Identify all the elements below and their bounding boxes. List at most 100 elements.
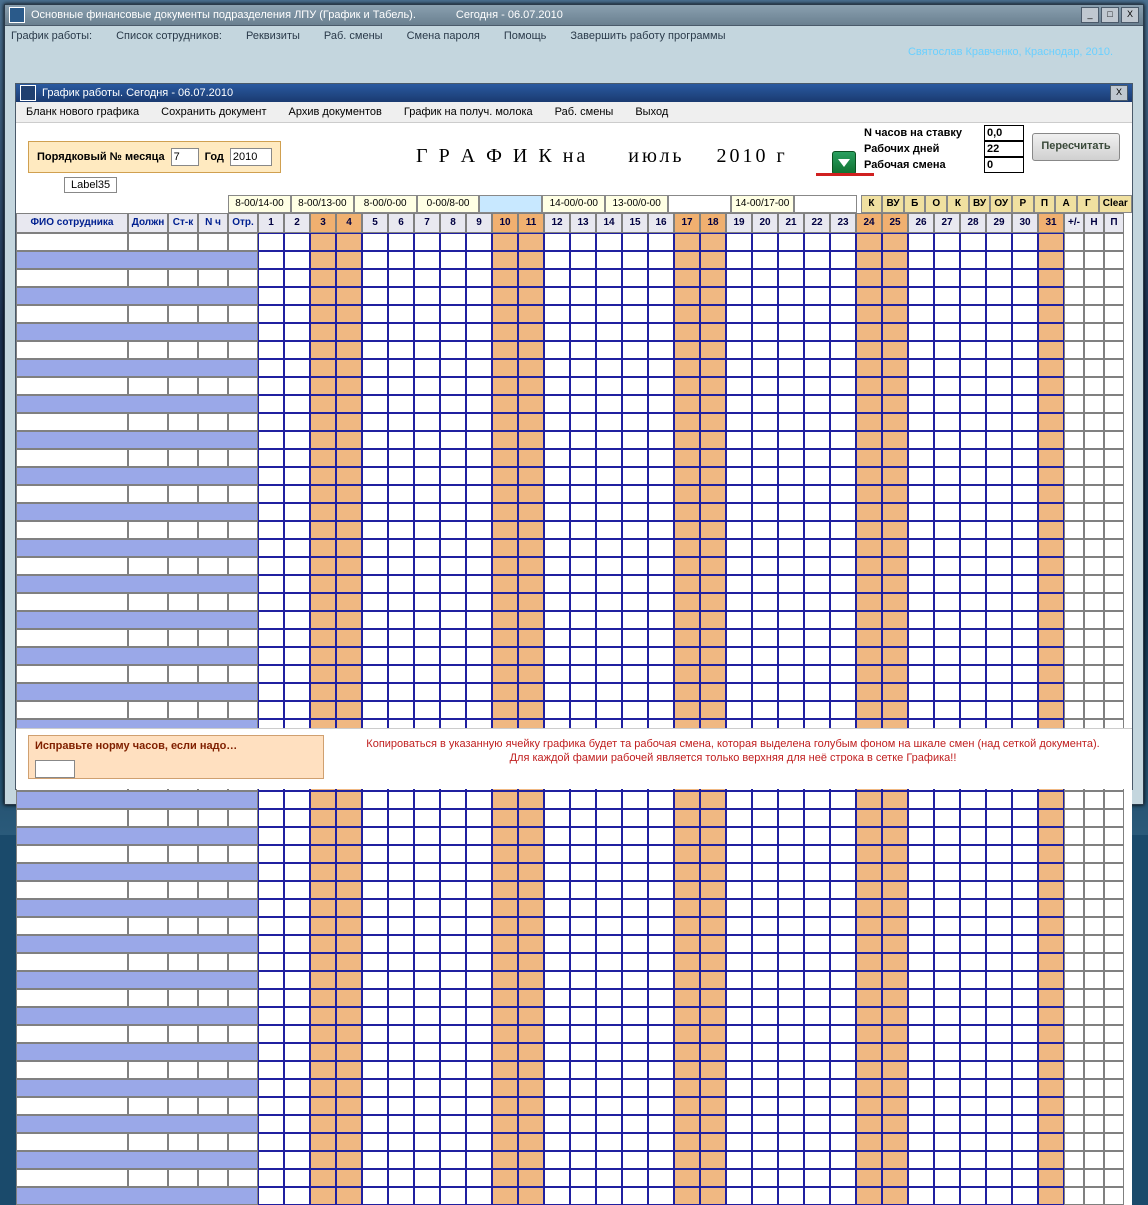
day-cell[interactable] (778, 323, 804, 341)
day-cell[interactable] (960, 683, 986, 701)
day-cell[interactable] (882, 827, 908, 845)
day-cell[interactable] (310, 1061, 336, 1079)
day-cell[interactable] (258, 593, 284, 611)
day-cell[interactable] (804, 251, 830, 269)
day-cell[interactable] (284, 575, 310, 593)
day-cell[interactable] (700, 377, 726, 395)
code-button[interactable]: П (1034, 195, 1056, 213)
day-cell[interactable] (388, 1187, 414, 1205)
day-cell[interactable] (1012, 845, 1038, 863)
col-day[interactable]: 30 (1012, 213, 1038, 233)
day-cell[interactable] (336, 917, 362, 935)
day-cell[interactable] (960, 1133, 986, 1151)
extra-cell[interactable] (1104, 521, 1124, 539)
day-cell[interactable] (388, 1043, 414, 1061)
extra-cell[interactable] (1104, 1097, 1124, 1115)
extra-cell[interactable] (1104, 431, 1124, 449)
extra-cell[interactable] (1064, 431, 1084, 449)
employee-cell[interactable] (228, 413, 258, 431)
day-cell[interactable] (388, 575, 414, 593)
day-cell[interactable] (570, 593, 596, 611)
day-cell[interactable] (362, 377, 388, 395)
day-cell[interactable] (518, 233, 544, 251)
day-cell[interactable] (986, 251, 1012, 269)
day-cell[interactable] (804, 1097, 830, 1115)
day-cell[interactable] (570, 863, 596, 881)
day-cell[interactable] (856, 575, 882, 593)
day-cell[interactable] (700, 683, 726, 701)
day-cell[interactable] (622, 269, 648, 287)
day-cell[interactable] (726, 377, 752, 395)
day-cell[interactable] (570, 611, 596, 629)
day-cell[interactable] (596, 899, 622, 917)
day-cell[interactable] (466, 1187, 492, 1205)
day-cell[interactable] (830, 233, 856, 251)
day-cell[interactable] (700, 647, 726, 665)
day-cell[interactable] (752, 1097, 778, 1115)
day-cell[interactable] (544, 917, 570, 935)
day-cell[interactable] (648, 989, 674, 1007)
code-button[interactable]: ВУ (882, 195, 904, 213)
extra-cell[interactable] (1064, 557, 1084, 575)
code-button[interactable]: Clear (1099, 195, 1132, 213)
day-cell[interactable] (570, 809, 596, 827)
day-cell[interactable] (336, 1151, 362, 1169)
day-cell[interactable] (856, 1115, 882, 1133)
day-cell[interactable] (674, 305, 700, 323)
day-cell[interactable] (310, 791, 336, 809)
day-cell[interactable] (440, 953, 466, 971)
day-cell[interactable] (440, 305, 466, 323)
day-cell[interactable] (882, 1133, 908, 1151)
day-cell[interactable] (882, 809, 908, 827)
day-cell[interactable] (804, 845, 830, 863)
day-cell[interactable] (622, 827, 648, 845)
day-cell[interactable] (752, 503, 778, 521)
day-cell[interactable] (388, 1169, 414, 1187)
day-cell[interactable] (1012, 1115, 1038, 1133)
extra-cell[interactable] (1084, 431, 1104, 449)
employee-cell[interactable] (16, 233, 128, 251)
extra-cell[interactable] (1084, 395, 1104, 413)
day-cell[interactable] (934, 341, 960, 359)
day-cell[interactable] (622, 611, 648, 629)
day-cell[interactable] (570, 1151, 596, 1169)
day-cell[interactable] (804, 629, 830, 647)
day-cell[interactable] (518, 413, 544, 431)
shift-slot[interactable] (668, 195, 731, 213)
employee-cell[interactable] (16, 701, 128, 719)
day-cell[interactable] (908, 611, 934, 629)
extra-cell[interactable] (1064, 467, 1084, 485)
day-cell[interactable] (700, 953, 726, 971)
day-cell[interactable] (986, 269, 1012, 287)
day-cell[interactable] (440, 899, 466, 917)
employee-cell[interactable] (228, 1133, 258, 1151)
day-cell[interactable] (804, 899, 830, 917)
day-cell[interactable] (466, 899, 492, 917)
day-cell[interactable] (596, 287, 622, 305)
day-cell[interactable] (596, 1097, 622, 1115)
day-cell[interactable] (622, 341, 648, 359)
day-cell[interactable] (986, 323, 1012, 341)
day-cell[interactable] (934, 1187, 960, 1205)
day-cell[interactable] (518, 341, 544, 359)
schedule-close-button[interactable]: X (1110, 85, 1128, 101)
extra-cell[interactable] (1064, 413, 1084, 431)
employee-cell[interactable] (168, 881, 198, 899)
extra-cell[interactable] (1104, 791, 1124, 809)
extra-cell[interactable] (1064, 341, 1084, 359)
employee-cell[interactable] (16, 413, 128, 431)
day-cell[interactable] (726, 1043, 752, 1061)
day-cell[interactable] (388, 323, 414, 341)
extra-cell[interactable] (1104, 233, 1124, 251)
day-cell[interactable] (934, 845, 960, 863)
day-cell[interactable] (310, 989, 336, 1007)
day-cell[interactable] (466, 953, 492, 971)
day-cell[interactable] (544, 791, 570, 809)
employee-cell[interactable] (128, 629, 168, 647)
day-cell[interactable] (258, 1043, 284, 1061)
day-cell[interactable] (986, 575, 1012, 593)
day-cell[interactable] (570, 521, 596, 539)
day-cell[interactable] (544, 611, 570, 629)
day-cell[interactable] (960, 953, 986, 971)
day-cell[interactable] (284, 359, 310, 377)
